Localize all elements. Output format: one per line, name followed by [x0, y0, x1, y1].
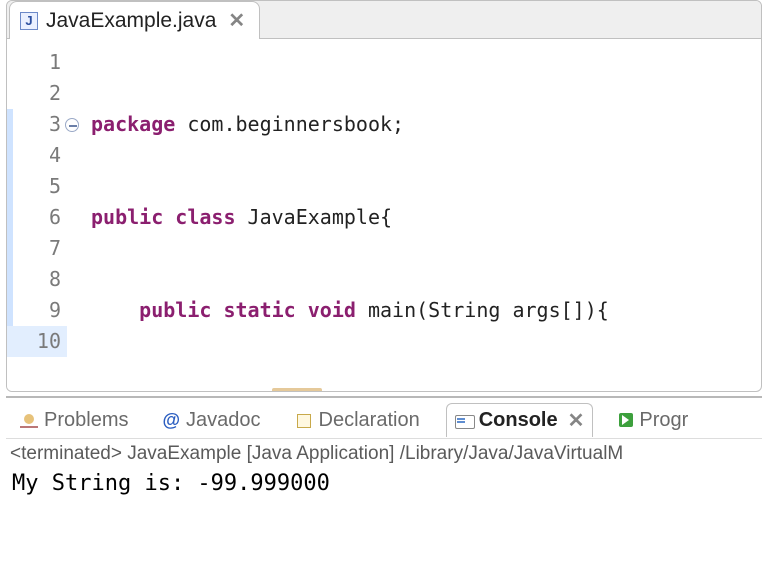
bottom-panel: Problems @ Javadoc Declaration Console ✕…: [6, 396, 762, 500]
code-line[interactable]: public static void main(String args[]){: [91, 295, 761, 326]
close-icon[interactable]: ✕: [228, 8, 245, 33]
gutter-line: 1: [7, 47, 67, 78]
tab-progress[interactable]: Progr: [611, 405, 696, 436]
tab-problems[interactable]: Problems: [12, 405, 136, 436]
gutter-line: 5: [7, 171, 67, 202]
console-icon: [455, 413, 473, 429]
code-line[interactable]: package com.beginnersbook;: [91, 109, 761, 140]
console-status-line: <terminated> JavaExample [Java Applicati…: [6, 438, 762, 467]
var-highlight: dnum: [272, 388, 322, 391]
gutter-line: 10: [7, 326, 67, 357]
bottom-tab-bar: Problems @ Javadoc Declaration Console ✕…: [6, 398, 762, 438]
file-tab[interactable]: J JavaExample.java ✕: [9, 1, 260, 39]
tab-declaration[interactable]: Declaration: [287, 405, 428, 436]
code-area[interactable]: 1 2 3 4 5 6 7 8 9 10 package com.beginne…: [7, 39, 761, 391]
gutter-line: 9: [7, 295, 67, 326]
java-file-icon: J: [20, 12, 38, 30]
code-line[interactable]: double dnum = -99.999;: [91, 388, 761, 391]
tab-javadoc[interactable]: @ Javadoc: [154, 405, 268, 436]
javadoc-icon: @: [162, 411, 180, 429]
tab-console[interactable]: Console ✕: [446, 403, 594, 437]
gutter-line: 6: [7, 202, 67, 233]
editor-pane: J JavaExample.java ✕ 1 2 3 4 5 6 7 8 9 1…: [6, 0, 762, 392]
editor-tab-bar: J JavaExample.java ✕: [7, 1, 761, 39]
gutter: 1 2 3 4 5 6 7 8 9 10: [7, 39, 67, 391]
file-tab-label: JavaExample.java: [46, 9, 216, 33]
code-body[interactable]: package com.beginnersbook; public class …: [67, 39, 761, 391]
run-icon: [619, 413, 633, 427]
gutter-line: 7: [7, 233, 67, 264]
gutter-line: 2: [7, 78, 67, 109]
problems-icon: [20, 412, 38, 428]
gutter-line: 4: [7, 140, 67, 171]
close-icon[interactable]: ✕: [568, 408, 585, 433]
gutter-line: 8: [7, 264, 67, 295]
code-line[interactable]: public class JavaExample{: [91, 202, 761, 233]
declaration-icon: [295, 412, 313, 428]
console-output: My String is: -99.999000: [6, 467, 762, 500]
gutter-line: 3: [7, 109, 67, 140]
fold-icon[interactable]: [65, 118, 79, 132]
